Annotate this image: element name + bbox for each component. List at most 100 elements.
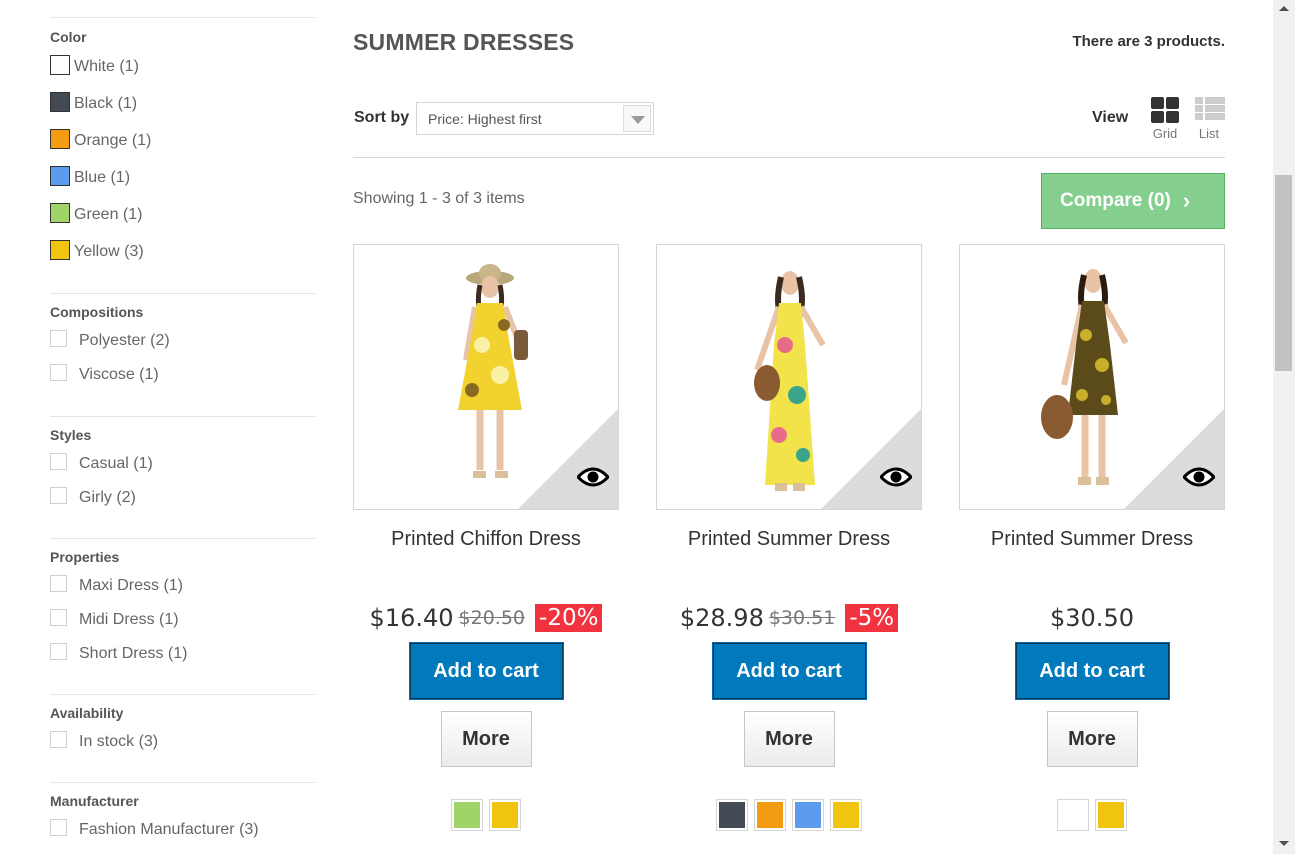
sort-value[interactable]: Price: Highest first bbox=[428, 111, 542, 127]
color-option[interactable] bbox=[489, 799, 521, 831]
more-button[interactable]: More bbox=[743, 711, 835, 767]
compare-label[interactable]: Compare (0) bbox=[1060, 190, 1171, 212]
checkbox[interactable] bbox=[50, 574, 67, 592]
color-option[interactable] bbox=[830, 799, 862, 831]
discount-badge: -5% bbox=[845, 604, 899, 632]
filter-label[interactable]: Orange (1) bbox=[74, 132, 151, 150]
chevron-right-icon[interactable]: › bbox=[1183, 188, 1190, 214]
compare-button[interactable]: Compare (0) › bbox=[1041, 173, 1225, 229]
filter-label[interactable]: Midi Dress (1) bbox=[79, 611, 179, 629]
eye-icon[interactable] bbox=[577, 467, 609, 487]
filter-option[interactable]: Polyester (2) bbox=[50, 324, 315, 358]
product-card: Printed Summer Dress $28.98 $30.51 -5% A… bbox=[656, 244, 922, 831]
color-swatch[interactable] bbox=[50, 239, 70, 260]
discount-badge: -20% bbox=[535, 604, 603, 632]
filter-label[interactable]: Viscose (1) bbox=[79, 366, 159, 384]
checkbox[interactable] bbox=[50, 329, 67, 347]
product-price: $30.50 bbox=[1050, 604, 1134, 632]
filter-option[interactable]: Casual (1) bbox=[50, 447, 315, 481]
more-button[interactable]: More bbox=[440, 711, 532, 767]
filter-option[interactable]: Viscose (1) bbox=[50, 358, 315, 392]
scroll-down-arrow-icon[interactable] bbox=[1279, 841, 1289, 846]
list-icon[interactable] bbox=[1195, 97, 1225, 123]
product-name[interactable]: Printed Summer Dress bbox=[656, 528, 922, 598]
filter-label[interactable]: White (1) bbox=[74, 58, 139, 76]
color-option[interactable] bbox=[792, 799, 824, 831]
checkbox[interactable] bbox=[50, 486, 67, 504]
filter-title-styles: Styles bbox=[50, 427, 92, 443]
color-swatch[interactable] bbox=[50, 202, 70, 223]
more-button[interactable]: More bbox=[1046, 711, 1138, 767]
filter-color-orange[interactable]: Orange (1) bbox=[50, 122, 315, 159]
view-grid-button[interactable]: Grid bbox=[1150, 97, 1180, 141]
price-row: $16.40 $20.50 -20% bbox=[353, 598, 619, 638]
scroll-up-arrow-icon[interactable] bbox=[1279, 6, 1289, 11]
filter-color-blue[interactable]: Blue (1) bbox=[50, 159, 315, 196]
product-card: Printed Chiffon Dress $16.40 $20.50 -20%… bbox=[353, 244, 619, 831]
filter-label[interactable]: Blue (1) bbox=[74, 169, 130, 187]
filter-label[interactable]: In stock (3) bbox=[79, 733, 158, 751]
eye-icon[interactable] bbox=[1183, 467, 1215, 487]
product-name[interactable]: Printed Chiffon Dress bbox=[353, 528, 619, 598]
product-image[interactable] bbox=[959, 244, 1225, 510]
color-option[interactable] bbox=[451, 799, 483, 831]
filter-label[interactable]: Fashion Manufacturer (3) bbox=[79, 821, 259, 839]
color-swatch[interactable] bbox=[50, 128, 70, 149]
filter-group-manufacturer: Manufacturer Fashion Manufacturer (3) bbox=[50, 783, 315, 847]
view-grid-label[interactable]: Grid bbox=[1150, 126, 1180, 141]
product-image[interactable] bbox=[656, 244, 922, 510]
checkbox[interactable] bbox=[50, 730, 67, 748]
checkbox[interactable] bbox=[50, 642, 67, 660]
filter-option[interactable]: Fashion Manufacturer (3) bbox=[50, 813, 315, 847]
eye-icon[interactable] bbox=[880, 467, 912, 487]
chevron-down-icon[interactable] bbox=[623, 105, 651, 132]
checkbox[interactable] bbox=[50, 452, 67, 470]
filter-color-black[interactable]: Black (1) bbox=[50, 85, 315, 122]
quick-view-corner[interactable] bbox=[1124, 409, 1224, 509]
add-to-cart-button[interactable]: Add to cart bbox=[711, 642, 867, 700]
color-option[interactable] bbox=[754, 799, 786, 831]
color-option[interactable] bbox=[716, 799, 748, 831]
filter-option[interactable]: Girly (2) bbox=[50, 481, 315, 515]
sidebar-divider bbox=[50, 0, 315, 18]
filter-option[interactable]: Maxi Dress (1) bbox=[50, 569, 315, 603]
view-list-button[interactable]: List bbox=[1192, 97, 1226, 141]
product-image[interactable] bbox=[353, 244, 619, 510]
quick-view-corner[interactable] bbox=[518, 409, 618, 509]
add-to-cart-button[interactable]: Add to cart bbox=[408, 642, 564, 700]
filter-label[interactable]: Polyester (2) bbox=[79, 332, 170, 350]
filter-color-yellow[interactable]: Yellow (3) bbox=[50, 233, 315, 270]
checkbox[interactable] bbox=[50, 818, 67, 836]
filter-group-availability: Availability In stock (3) bbox=[50, 695, 315, 783]
color-swatch[interactable] bbox=[50, 54, 70, 75]
quick-view-corner[interactable] bbox=[821, 409, 921, 509]
checkbox[interactable] bbox=[50, 608, 67, 626]
color-swatch[interactable] bbox=[50, 91, 70, 112]
sort-select[interactable]: Price: Highest first bbox=[416, 102, 654, 135]
checkbox[interactable] bbox=[50, 363, 67, 381]
color-swatch[interactable] bbox=[50, 165, 70, 186]
product-name[interactable]: Printed Summer Dress bbox=[959, 528, 1225, 598]
filter-label[interactable]: Maxi Dress (1) bbox=[79, 577, 183, 595]
filter-color-white[interactable]: White (1) bbox=[50, 48, 315, 85]
filter-option[interactable]: Midi Dress (1) bbox=[50, 603, 315, 637]
filter-color-green[interactable]: Green (1) bbox=[50, 196, 315, 233]
grid-icon[interactable] bbox=[1151, 97, 1179, 123]
view-list-label[interactable]: List bbox=[1192, 126, 1226, 141]
filter-sidebar: Color White (1) Black (1) Orange (1) Blu… bbox=[50, 0, 315, 847]
filter-label[interactable]: Yellow (3) bbox=[74, 243, 144, 261]
filter-label[interactable]: Short Dress (1) bbox=[79, 645, 187, 663]
filter-group-properties: Properties Maxi Dress (1) Midi Dress (1)… bbox=[50, 539, 315, 695]
color-option[interactable] bbox=[1057, 799, 1089, 831]
filter-label[interactable]: Black (1) bbox=[74, 95, 137, 113]
price-row: $28.98 $30.51 -5% bbox=[656, 598, 922, 638]
filter-option[interactable]: In stock (3) bbox=[50, 725, 315, 759]
vertical-scrollbar[interactable] bbox=[1273, 0, 1295, 854]
filter-option[interactable]: Short Dress (1) bbox=[50, 637, 315, 671]
scrollbar-thumb[interactable] bbox=[1275, 175, 1292, 371]
filter-label[interactable]: Girly (2) bbox=[79, 489, 136, 507]
add-to-cart-button[interactable]: Add to cart bbox=[1014, 642, 1170, 700]
filter-label[interactable]: Casual (1) bbox=[79, 455, 153, 473]
filter-label[interactable]: Green (1) bbox=[74, 206, 142, 224]
color-option[interactable] bbox=[1095, 799, 1127, 831]
